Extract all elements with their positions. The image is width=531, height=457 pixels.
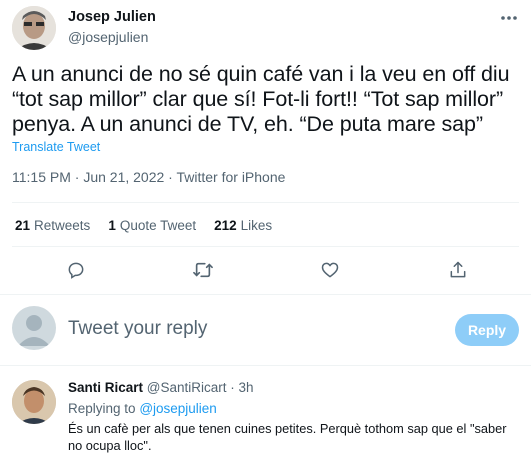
retweets-stat[interactable]: 21 Retweets xyxy=(15,218,90,233)
tweet-timestamp[interactable]: 11:15 PM · Jun 21, 2022 · Twitter for iP… xyxy=(12,169,285,185)
like-icon[interactable] xyxy=(316,256,344,284)
reply-input[interactable]: Tweet your reply xyxy=(68,318,207,340)
likes-count: 212 xyxy=(214,218,237,233)
divider xyxy=(12,246,519,247)
author-avatar[interactable] xyxy=(12,6,56,50)
replying-mention-link[interactable]: @josepjulien xyxy=(139,401,217,416)
reply-header: Santi Ricart @SantiRicart · 3h xyxy=(68,380,254,395)
retweet-icon[interactable] xyxy=(189,256,217,284)
quote-tweet-stat[interactable]: 1 Quote Tweet xyxy=(108,218,196,233)
reply-tweet[interactable]: Santi Ricart @SantiRicart · 3h Replying … xyxy=(12,376,519,456)
author-handle[interactable]: @josepjulien xyxy=(68,29,148,45)
retweets-count: 21 xyxy=(15,218,31,233)
tweet-text: A un anunci de no sé quin café van i la … xyxy=(12,62,510,136)
divider xyxy=(0,294,531,295)
reply-text: És un cafè per als que tenen cuines peti… xyxy=(68,421,507,453)
translate-tweet-link[interactable]: Translate Tweet xyxy=(12,140,100,154)
author-name[interactable]: Josep Julien xyxy=(68,9,156,25)
quote-label: Quote Tweet xyxy=(119,218,197,233)
reply-author-name[interactable]: Santi Ricart xyxy=(68,380,143,395)
reply-icon[interactable] xyxy=(62,256,90,284)
tweet-actions xyxy=(12,256,519,284)
quote-count: 1 xyxy=(108,218,116,233)
likes-stat[interactable]: 212 Likes xyxy=(214,218,272,233)
divider xyxy=(12,202,519,203)
replying-prefix: Replying to xyxy=(68,401,136,416)
tweet-author-row: Josep Julien @josepjulien xyxy=(12,6,519,50)
divider xyxy=(0,365,531,366)
reply-time[interactable]: · 3h xyxy=(230,380,253,395)
replying-to: Replying to @josepjulien xyxy=(68,401,217,416)
reply-author-handle[interactable]: @SantiRicart xyxy=(147,380,227,395)
more-options-icon[interactable] xyxy=(499,10,519,26)
reply-button[interactable]: Reply xyxy=(455,314,519,346)
tweet-stats: 21 Retweets 1 Quote Tweet 212 Likes xyxy=(15,218,272,233)
reply-author-avatar[interactable] xyxy=(12,380,56,424)
likes-label: Likes xyxy=(240,218,273,233)
share-icon[interactable] xyxy=(444,256,472,284)
reply-composer: Tweet your reply Reply xyxy=(12,306,519,356)
retweets-label: Retweets xyxy=(34,218,91,233)
user-avatar[interactable] xyxy=(12,306,56,350)
